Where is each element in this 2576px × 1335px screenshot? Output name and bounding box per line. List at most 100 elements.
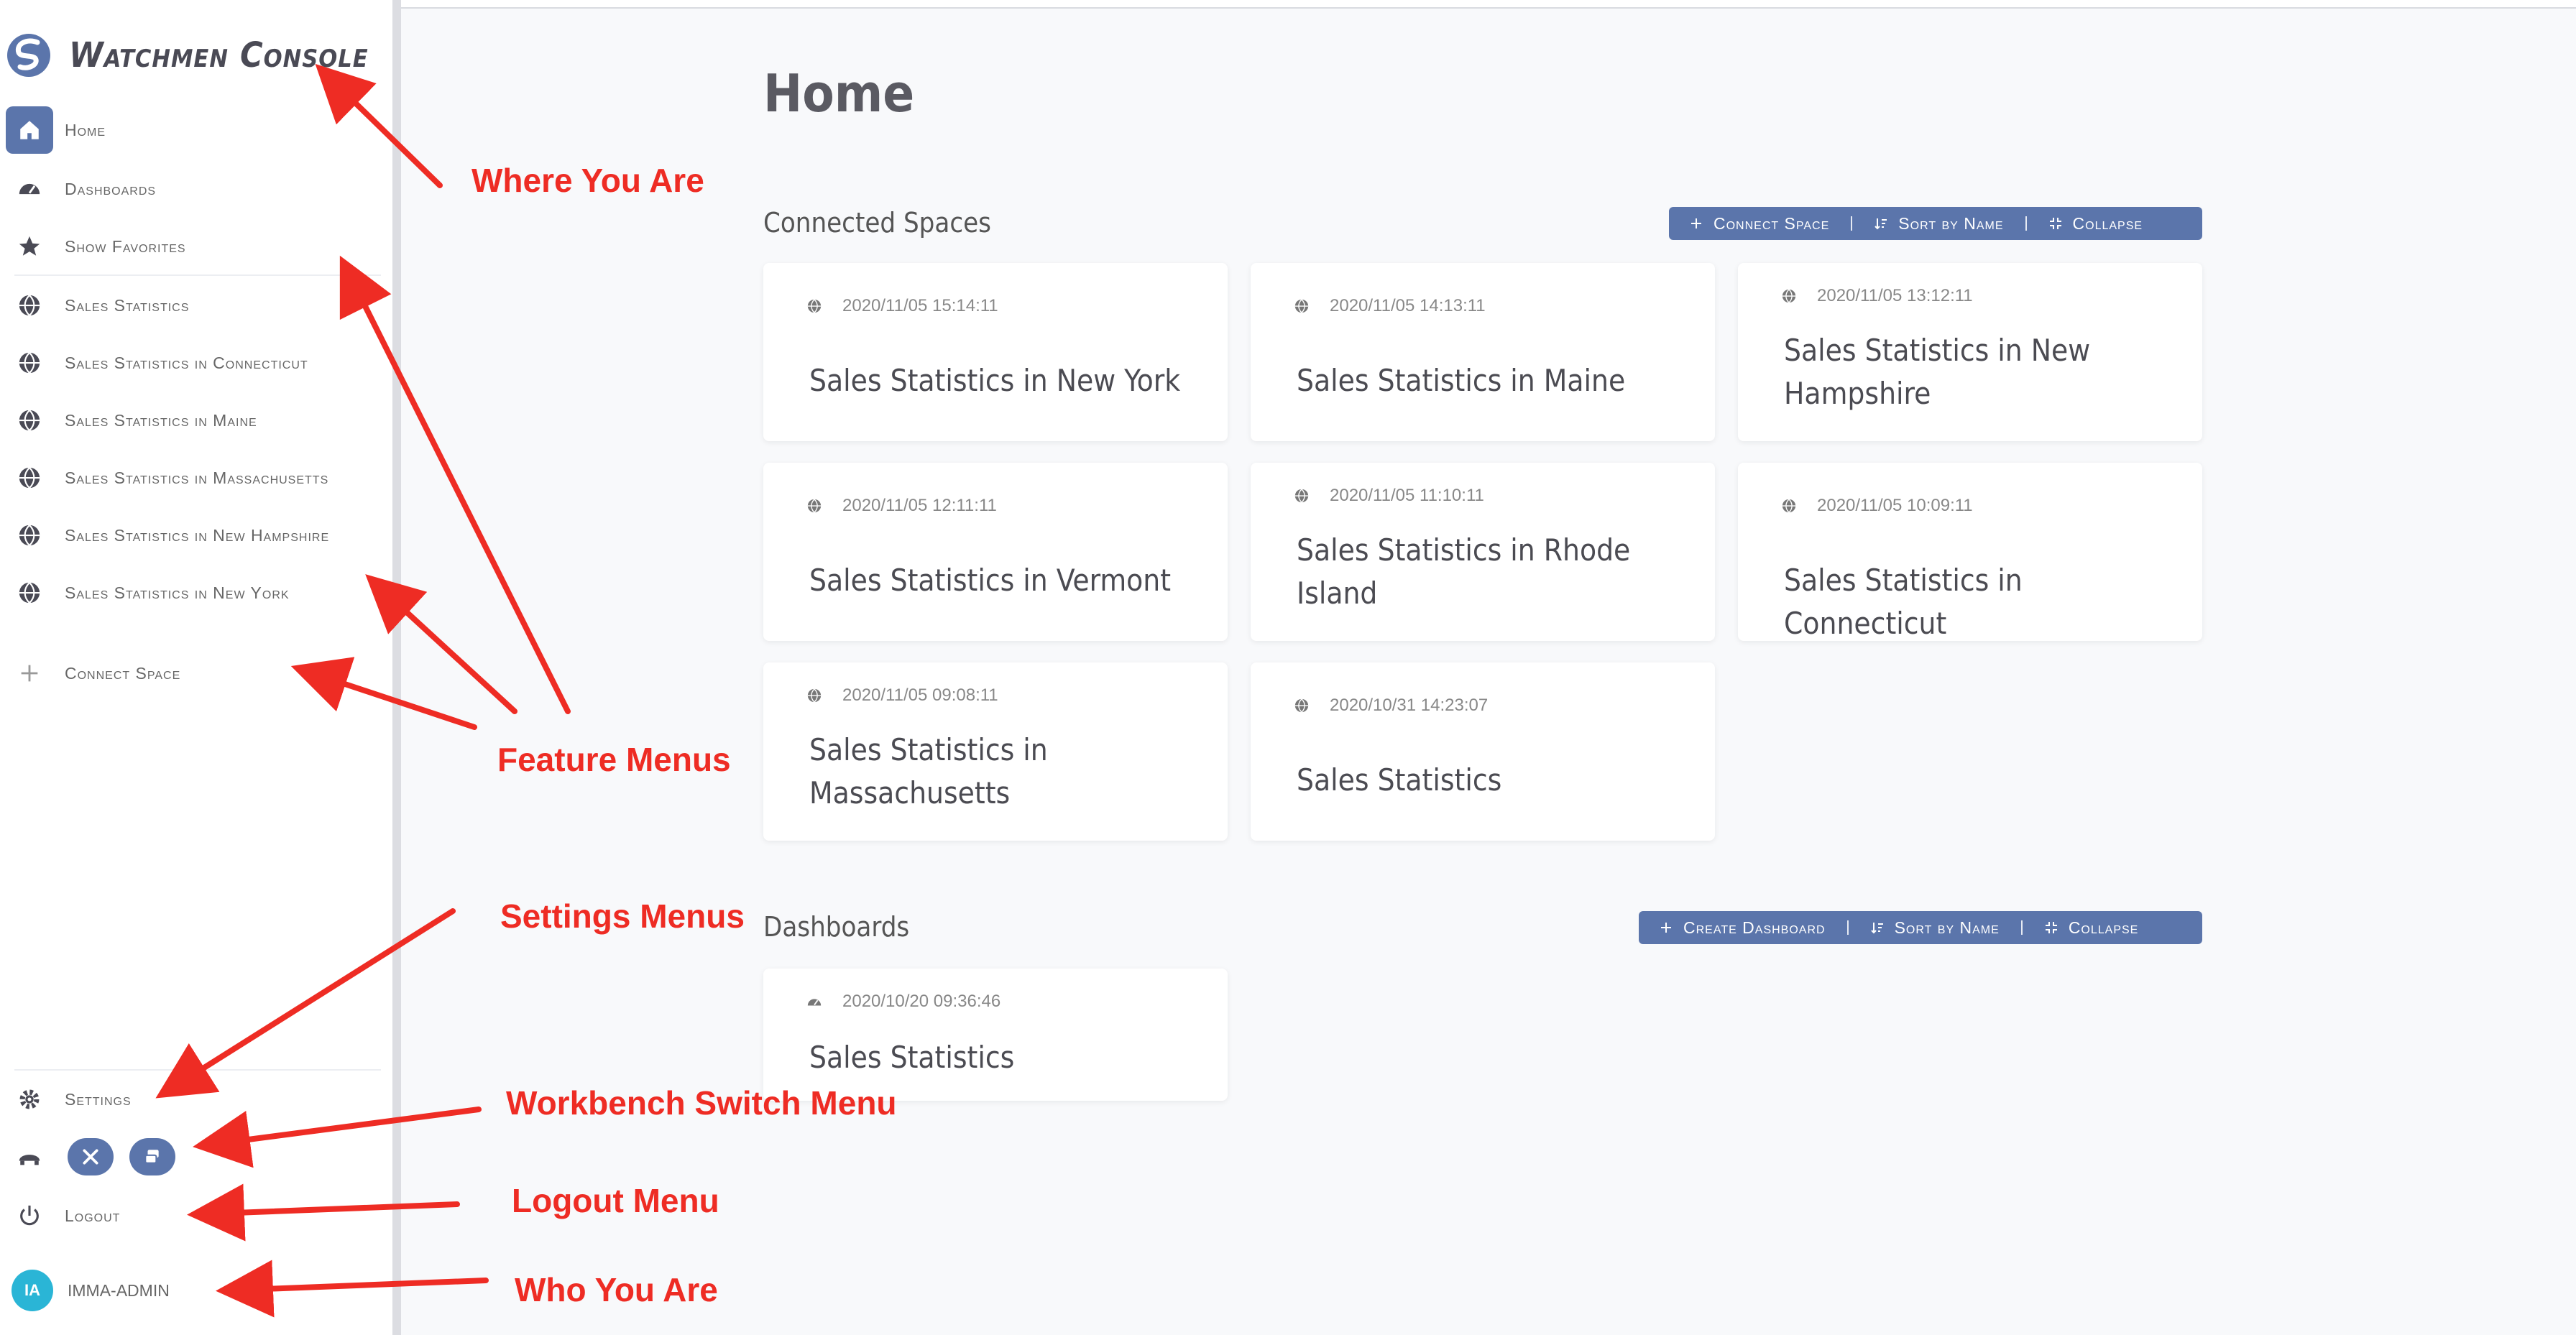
button-label: Connect Space xyxy=(1714,213,1830,233)
sidebar-item-label: Sales Statistics xyxy=(65,295,190,315)
globe-icon xyxy=(1782,499,1796,513)
sidebar-item-logout[interactable]: Logout xyxy=(0,1193,388,1239)
star-icon xyxy=(6,223,53,270)
gauge-icon xyxy=(807,999,822,1006)
toolbar-separator xyxy=(1851,216,1853,231)
toolbar-separator xyxy=(1846,920,1849,935)
card-meta: 2020/10/20 09:36:46 xyxy=(806,992,1000,1012)
card-name: Sales Statistics in Maine xyxy=(1297,363,1626,398)
tools-icon xyxy=(83,1149,98,1165)
console-workbench-button[interactable] xyxy=(129,1138,175,1175)
globe-icon xyxy=(6,397,53,444)
globe-icon xyxy=(6,282,53,329)
space-card[interactable]: 2020/10/31 14:23:07 Sales Statistics xyxy=(1251,662,1715,841)
sidebar-item-home[interactable]: Home xyxy=(0,106,388,154)
sidebar-item-space[interactable]: Sales Statistics in Connecticut xyxy=(0,340,388,386)
sidebar-item-space[interactable]: Sales Statistics in New York xyxy=(0,570,388,616)
space-card[interactable]: 2020/11/05 10:09:11 Sales Statistics in … xyxy=(1738,463,2202,641)
card-name: Sales Statistics in Massachusetts xyxy=(809,732,1048,810)
avatar: IA xyxy=(12,1270,53,1311)
dashboards-title: Dashboards xyxy=(763,911,910,943)
annotation-feature-menus: Feature Menus xyxy=(497,741,731,778)
compress-icon xyxy=(2049,218,2061,229)
globe-icon xyxy=(807,688,822,703)
globe-icon xyxy=(1294,489,1309,503)
annotation-where-you-are: Where You Are xyxy=(472,162,704,199)
sidebar-item-label: Home xyxy=(65,120,106,139)
annotation-who-you-are: Who You Are xyxy=(515,1271,718,1308)
globe-icon xyxy=(1782,289,1796,303)
space-card[interactable]: 2020/11/05 09:08:11 Sales Statistics in … xyxy=(763,662,1228,841)
tools-workbench-button[interactable] xyxy=(68,1138,114,1175)
toolbar-separator xyxy=(2025,216,2027,231)
plus-icon xyxy=(6,650,53,697)
annotation-logout-menu: Logout Menu xyxy=(512,1182,719,1219)
sidebar-item-label: Sales Statistics in Massachusetts xyxy=(65,468,329,487)
page-title: Home xyxy=(763,63,915,124)
sidebar-divider xyxy=(14,274,381,276)
user-name: IMMA-ADMIN xyxy=(68,1280,170,1300)
sidebar-item-label: Settings xyxy=(65,1089,132,1109)
globe-icon xyxy=(6,569,53,616)
sidebar-item-space[interactable]: Sales Statistics in Massachusetts xyxy=(0,455,388,501)
sidebar-item-label: Sales Statistics in Maine xyxy=(65,410,257,430)
globe-icon xyxy=(6,454,53,502)
space-card[interactable]: 2020/11/05 12:11:11 Sales Statistics in … xyxy=(763,463,1228,641)
card-meta: 2020/11/05 11:10:11 xyxy=(1294,486,1484,506)
sidebar-item-space[interactable]: Sales Statistics in Maine xyxy=(0,397,388,443)
sidebar-item-connect-space[interactable]: Connect Space xyxy=(0,650,388,696)
gear-icon xyxy=(6,1076,53,1123)
card-meta: 2020/11/05 15:14:11 xyxy=(806,296,998,316)
card-time: 2020/11/05 09:08:11 xyxy=(842,685,998,705)
card-meta: 2020/11/05 13:12:11 xyxy=(1781,286,1973,306)
user-profile[interactable]: IA IMMA-ADMIN xyxy=(0,1267,388,1313)
button-label: Collapse xyxy=(2072,213,2143,233)
annotation-settings-menus: Settings Menus xyxy=(500,897,745,935)
card-time: 2020/11/05 12:11:11 xyxy=(842,496,997,515)
collapse-button[interactable]: Collapse xyxy=(2044,918,2139,938)
sidebar-item-label: Sales Statistics in New York xyxy=(65,583,290,602)
card-meta: 2020/11/05 10:09:11 xyxy=(1781,496,1973,516)
card-time: 2020/10/31 14:23:07 xyxy=(1330,696,1489,715)
card-name: Sales Statistics in Connecticut xyxy=(1784,563,2023,641)
plus-icon xyxy=(1661,923,1671,933)
dashboard-card[interactable]: 2020/10/20 09:36:46 Sales Statistics xyxy=(763,969,1228,1101)
space-card[interactable]: 2020/11/05 15:14:11 Sales Statistics in … xyxy=(763,263,1228,441)
sidebar-item-space[interactable]: Sales Statistics in New Hampshire xyxy=(0,512,388,558)
sidebar-item-dashboards[interactable]: Dashboards xyxy=(0,166,388,212)
app-title: Watchmen Console xyxy=(69,35,369,75)
plus-icon xyxy=(1691,218,1701,228)
button-label: Sort by Name xyxy=(1894,918,2000,937)
space-card[interactable]: 2020/11/05 11:10:11 Sales Statistics in … xyxy=(1251,463,1715,641)
connected-spaces-toolbar: Connect Space Sort by Name Collapse xyxy=(1669,207,2202,240)
dashboards-toolbar: Create Dashboard Sort by Name Collapse xyxy=(1639,911,2202,944)
watchmen-logo-icon xyxy=(7,34,50,77)
card-time: 2020/10/20 09:36:46 xyxy=(842,992,1001,1011)
sidebar-item-label: Logout xyxy=(65,1206,121,1225)
button-label: Sort by Name xyxy=(1898,213,2004,233)
button-label: Collapse xyxy=(2068,918,2139,937)
compress-icon xyxy=(2045,922,2057,933)
brand[interactable]: Watchmen Console xyxy=(6,29,369,82)
create-dashboard-button[interactable]: Create Dashboard xyxy=(1659,918,1826,938)
connect-space-button[interactable]: Connect Space xyxy=(1689,214,1829,234)
connected-spaces-title: Connected Spaces xyxy=(763,207,991,239)
sidebar-item-settings[interactable]: Settings xyxy=(0,1076,388,1122)
sidebar-item-label: Show Favorites xyxy=(65,236,186,256)
workbench-icon xyxy=(6,1133,53,1181)
space-card[interactable]: 2020/11/05 14:13:11 Sales Statistics in … xyxy=(1251,263,1715,441)
card-name: Sales Statistics in Vermont xyxy=(809,563,1172,598)
card-name: Sales Statistics xyxy=(809,1040,1015,1075)
card-time: 2020/11/05 13:12:11 xyxy=(1817,286,1973,305)
card-time: 2020/11/05 14:13:11 xyxy=(1330,296,1486,315)
layers-icon xyxy=(144,1150,159,1164)
sidebar-item-show-favorites[interactable]: Show Favorites xyxy=(0,223,388,269)
space-card[interactable]: 2020/11/05 13:12:11 Sales Statistics in … xyxy=(1738,263,2202,441)
sort-by-name-button[interactable]: Sort by Name xyxy=(1874,214,2003,234)
collapse-button[interactable]: Collapse xyxy=(2048,214,2143,234)
workbench-switch xyxy=(0,1134,388,1180)
sort-icon xyxy=(1870,923,1883,934)
sort-by-name-button[interactable]: Sort by Name xyxy=(1870,918,2000,938)
toolbar-separator xyxy=(2020,920,2023,935)
sidebar-item-space[interactable]: Sales Statistics xyxy=(0,282,388,328)
